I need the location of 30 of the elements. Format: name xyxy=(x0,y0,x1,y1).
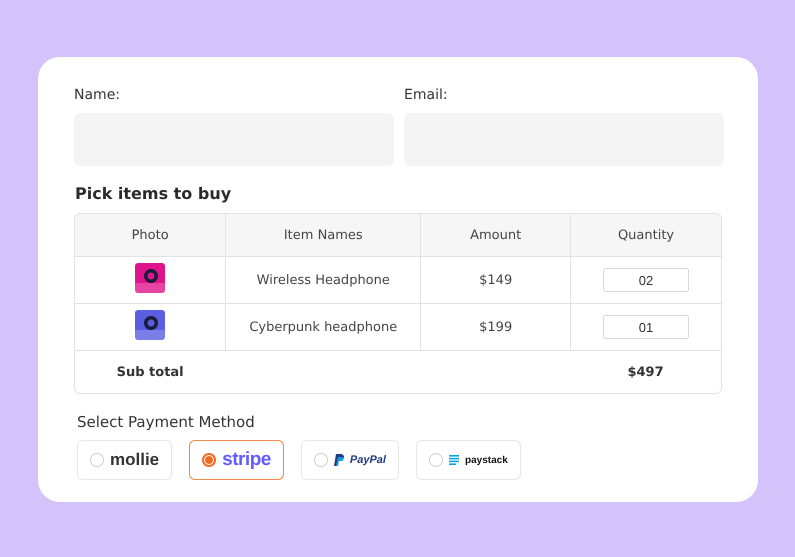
payment-option[interactable]: PayPal xyxy=(300,440,399,480)
radio-icon xyxy=(90,453,104,467)
subtotal-value: $497 xyxy=(570,350,721,393)
brand-logo: PayPal xyxy=(350,454,386,466)
payment-label: Select Payment Method xyxy=(77,413,256,431)
radio-icon xyxy=(314,453,328,467)
column-header: Photo xyxy=(75,214,226,256)
field-label: Email: xyxy=(404,87,449,103)
table-cell: $149 xyxy=(420,256,570,303)
payment-option[interactable]: mollie xyxy=(77,440,172,480)
brand-logo: stripe xyxy=(222,449,271,471)
column-header: Quantity xyxy=(570,214,721,256)
field-label: Name: xyxy=(74,87,122,103)
quantity-field[interactable]: 01 xyxy=(603,315,690,339)
table-cell: $199 xyxy=(420,303,570,350)
radio-icon xyxy=(428,453,443,467)
brand-logo: paystack xyxy=(464,454,508,466)
p-icon xyxy=(334,454,344,466)
lines-icon xyxy=(448,455,459,465)
column-header: Item Names xyxy=(225,214,420,256)
table-cell: Wireless Headphone xyxy=(225,256,420,303)
table-cell: Cyberpunk headphone xyxy=(225,303,420,350)
radio-icon xyxy=(202,453,216,467)
quantity-field[interactable]: 02 xyxy=(603,268,690,292)
column-header: Amount xyxy=(420,214,570,256)
subtotal-label: Sub total xyxy=(75,350,226,393)
payment-option[interactable]: paystack xyxy=(416,440,521,480)
brand-logo: mollie xyxy=(110,450,160,470)
payment-option[interactable]: stripe xyxy=(189,440,284,480)
section-heading: Pick items to buy xyxy=(75,184,232,203)
